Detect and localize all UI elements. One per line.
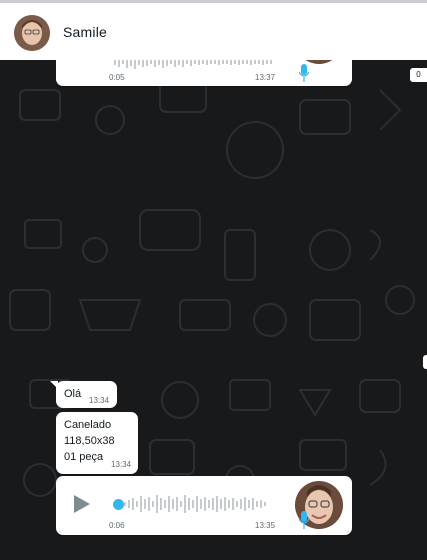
- message-time: 13:37: [255, 73, 276, 82]
- waveform-icon[interactable]: [124, 493, 274, 515]
- voice-message-bottom[interactable]: 0:06 13:35: [56, 476, 352, 535]
- play-icon[interactable]: [74, 495, 90, 513]
- message-time: 13:34: [111, 460, 132, 469]
- message-text: Olá: [64, 388, 82, 400]
- message-line: 01 peça: [64, 451, 104, 463]
- message-bubble-ola[interactable]: Olá 13:34: [50, 381, 117, 408]
- message-time: 13:35: [255, 521, 276, 530]
- side-badge-label: 0: [416, 70, 421, 79]
- chat-header[interactable]: Samile: [0, 0, 427, 60]
- contact-avatar[interactable]: [14, 15, 50, 51]
- side-tab-small[interactable]: [423, 355, 427, 369]
- microphone-icon: [299, 511, 309, 529]
- message-bubble-canelado[interactable]: Canelado 118,50x38 01 peça 13:34: [56, 412, 138, 474]
- message-text: Canelado 118,50x38 01 peça: [64, 417, 115, 465]
- side-badge[interactable]: 0: [410, 68, 427, 82]
- message-line: 118,50x38: [64, 435, 115, 447]
- bubble-tail: [50, 381, 58, 389]
- voice-progress-dot[interactable]: [113, 499, 124, 510]
- voice-duration: 0:05: [109, 73, 125, 82]
- contact-name[interactable]: Samile: [63, 24, 107, 40]
- message-line: Canelado: [64, 419, 112, 431]
- message-time: 13:34: [89, 396, 110, 405]
- microphone-icon: [299, 64, 309, 82]
- voice-duration: 0:06: [109, 521, 125, 530]
